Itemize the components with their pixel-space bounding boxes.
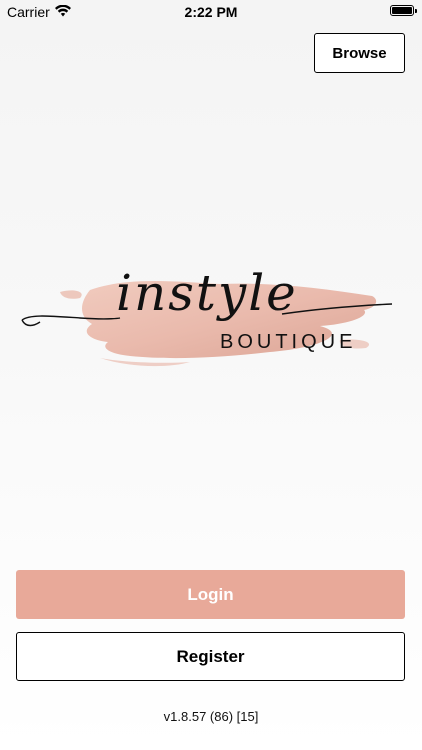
register-button[interactable]: Register [16, 632, 405, 681]
status-time: 2:22 PM [184, 4, 238, 20]
version-label: v1.8.57 (86) [15] [163, 709, 259, 724]
instyle-boutique-logo: instyle BOUTIQUE [20, 262, 400, 382]
battery-icon [390, 5, 417, 16]
status-bar: Carrier 2:22 PM [0, 0, 422, 24]
login-button[interactable]: Login [16, 570, 405, 619]
logo-wordmark: BOUTIQUE [220, 331, 357, 353]
browse-button[interactable]: Browse [314, 33, 405, 73]
logo-script-text: instyle [116, 264, 298, 322]
